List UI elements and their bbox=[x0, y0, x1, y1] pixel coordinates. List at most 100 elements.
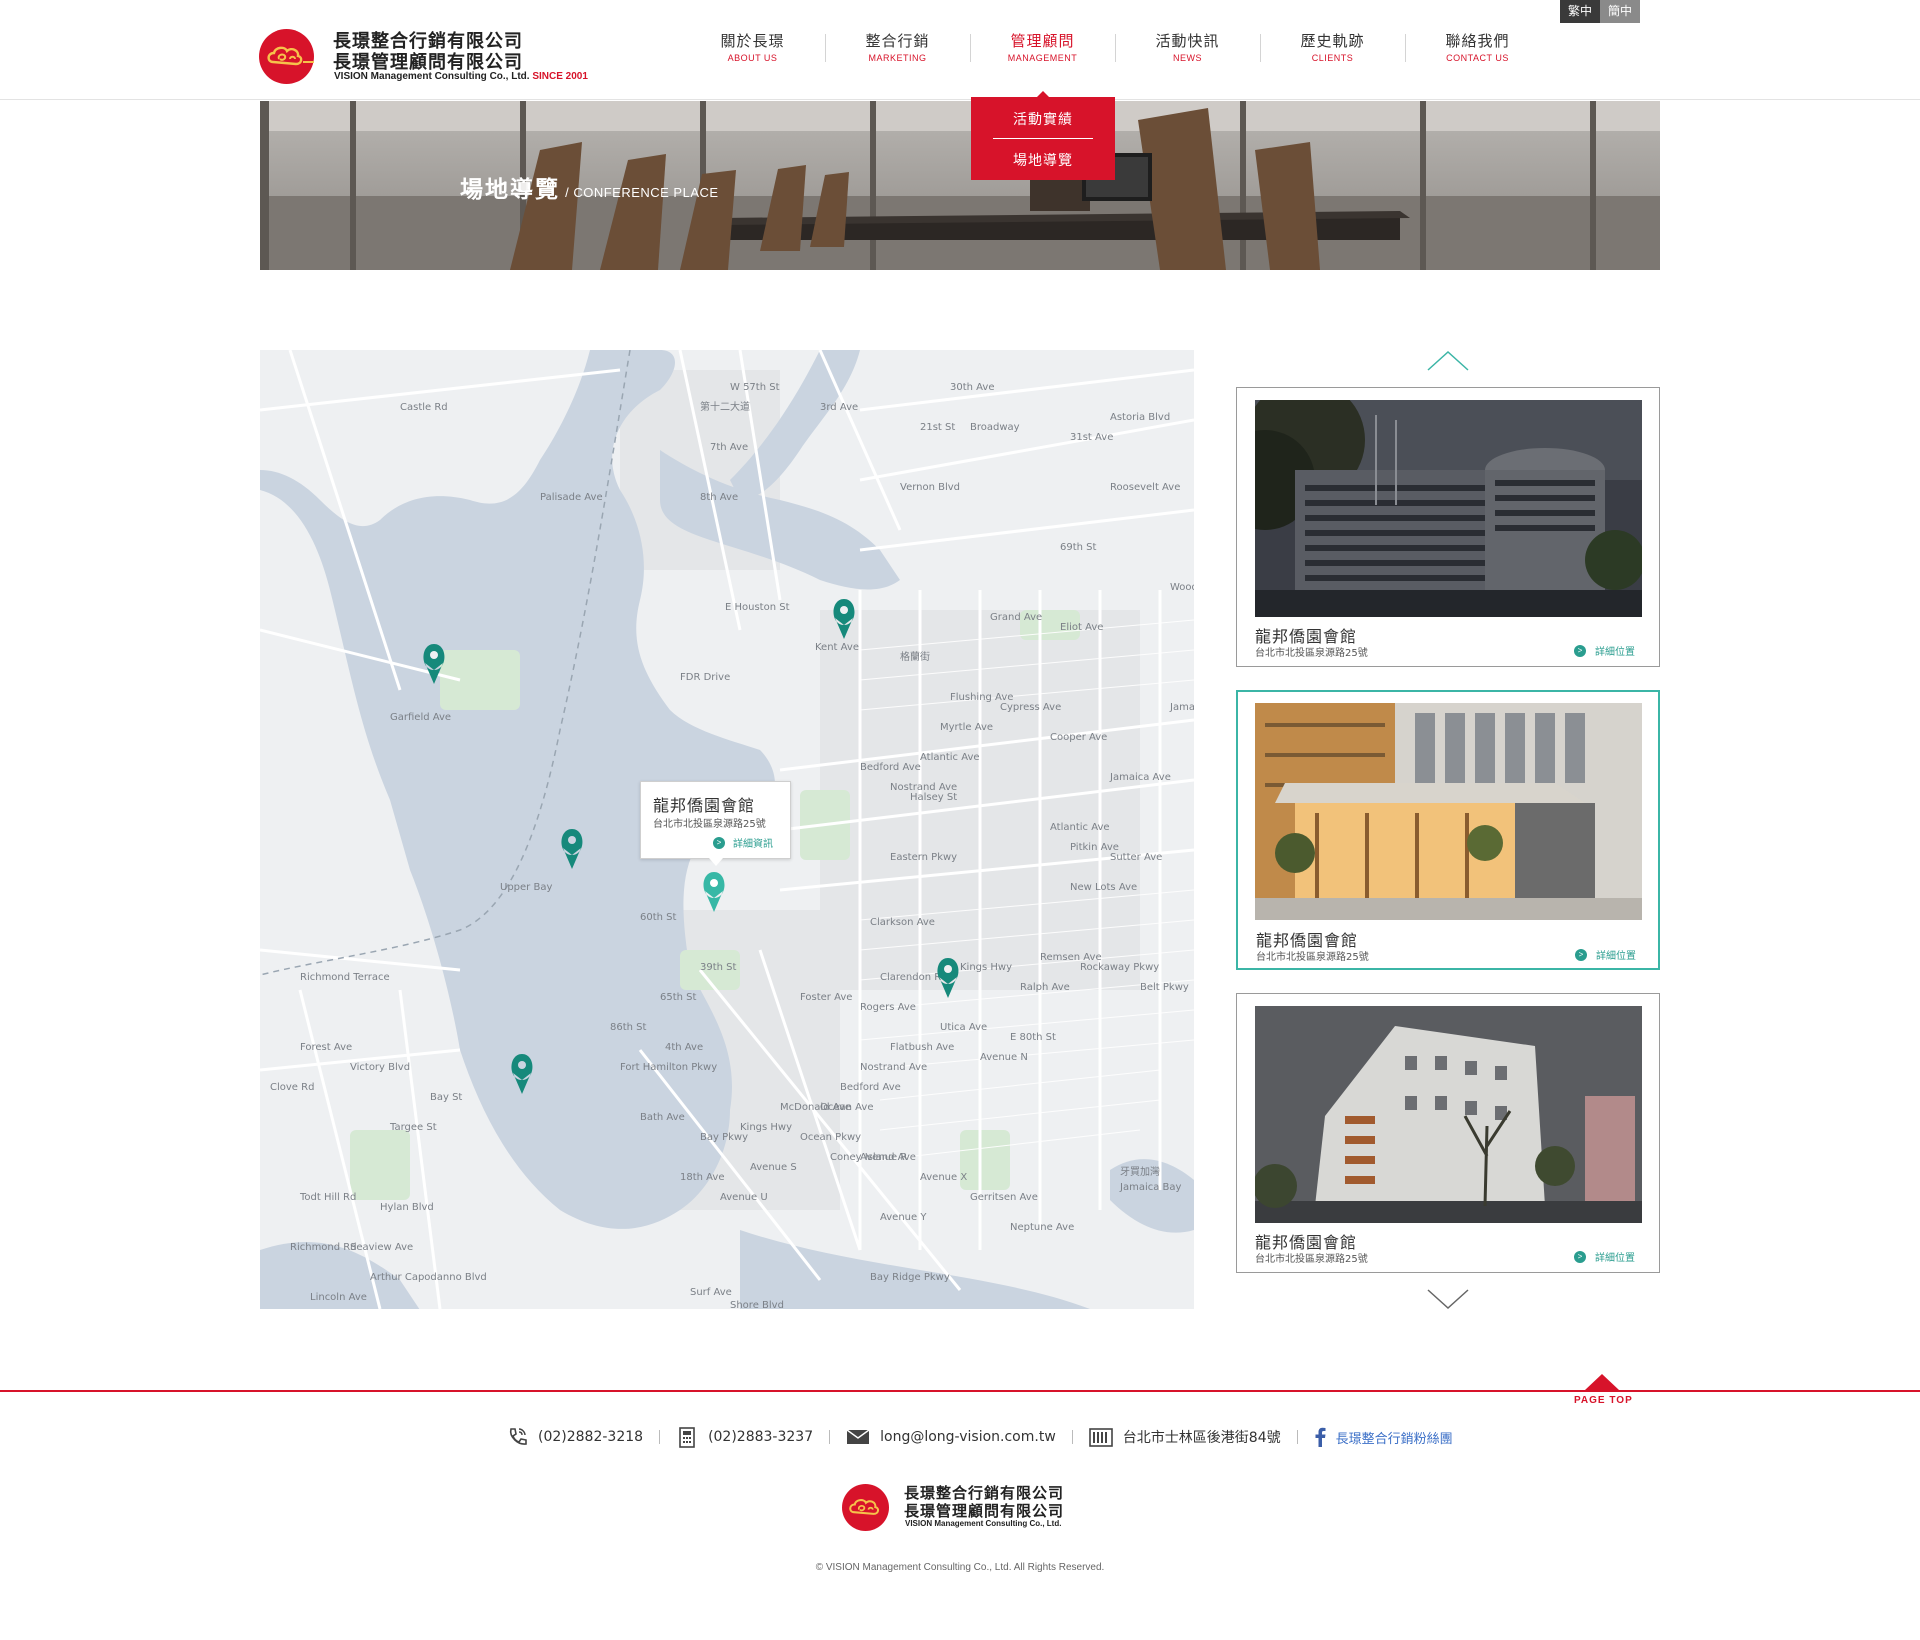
map-label: Lincoln Ave bbox=[310, 1292, 367, 1303]
main-nav: 關於長璟 ABOUT US 整合行銷 MARKETING 管理顧問 MANAGE… bbox=[680, 30, 1550, 70]
map-label: Jamaica Bay bbox=[1119, 1182, 1182, 1193]
map-label: Bedford Ave bbox=[860, 762, 921, 773]
nav-item-about[interactable]: 關於長璟 ABOUT US bbox=[680, 30, 825, 70]
map-label: 60th St bbox=[640, 912, 677, 923]
map-label: 39th St bbox=[700, 962, 737, 973]
site-header: 長璟整合行銷有限公司 長璟管理顧問有限公司 VISION Management … bbox=[0, 0, 1920, 100]
map-label: 65th St bbox=[660, 992, 697, 1003]
venue-location-link[interactable]: > 詳細位置 bbox=[1574, 1249, 1635, 1264]
map-label: Todt Hill Rd bbox=[299, 1192, 356, 1203]
venue-card[interactable]: 龍邦僑園會館 台北市北投區泉源路25號 > 詳細位置 bbox=[1236, 387, 1660, 667]
venue-card-selected[interactable]: 龍邦僑園會館 台北市北投區泉源路25號 > 詳細位置 bbox=[1236, 690, 1660, 970]
map-label: Victory Blvd bbox=[350, 1062, 410, 1073]
chevron-right-icon: > bbox=[1575, 948, 1587, 961]
map-label: Atlantic Ave bbox=[1050, 822, 1110, 833]
venue-location-link[interactable]: > 詳細位置 bbox=[1574, 643, 1635, 658]
nav-label-en: ABOUT US bbox=[727, 53, 778, 63]
page-top-button[interactable]: PAGE TOP bbox=[1572, 1374, 1632, 1414]
map-label: Castle Rd bbox=[400, 402, 448, 413]
venue-location-label: 詳細位置 bbox=[1595, 1253, 1635, 1264]
nav-label-zh: 歷史軌跡 bbox=[1300, 32, 1365, 50]
nav-item-clients[interactable]: 歷史軌跡 CLIENTS bbox=[1260, 30, 1405, 70]
submenu-item-venues[interactable]: 場地導覽 bbox=[971, 150, 1115, 170]
map-label: Clove Rd bbox=[270, 1082, 314, 1093]
submenu-divider bbox=[993, 138, 1093, 139]
nav-item-news[interactable]: 活動快訊 NEWS bbox=[1115, 30, 1260, 70]
map-label: Avenue N bbox=[980, 1052, 1028, 1063]
nav-label-zh: 活動快訊 bbox=[1155, 32, 1220, 50]
map-label: Vernon Blvd bbox=[900, 482, 960, 493]
submenu-item-activities[interactable]: 活動實績 bbox=[971, 109, 1115, 129]
map-label: Eastern Pkwy bbox=[890, 852, 957, 863]
venue-photo bbox=[1255, 1006, 1642, 1223]
footer-phone[interactable]: (02)2882-3218 bbox=[506, 1426, 643, 1448]
footer-email[interactable]: long@long-vision.com.tw bbox=[846, 1428, 1056, 1446]
arrow-up-icon bbox=[1585, 1374, 1619, 1390]
map-label: Palisade Ave bbox=[540, 492, 603, 503]
logo-since: SINCE 2001 bbox=[532, 71, 588, 82]
lang-simplified-button[interactable]: 簡中 bbox=[1600, 0, 1640, 23]
map-label: McDonald Ave bbox=[780, 1102, 851, 1113]
map-label: Clarendon Rd bbox=[880, 972, 948, 983]
company-logo[interactable]: 長璟整合行銷有限公司 長璟管理顧問有限公司 VISION Management … bbox=[259, 27, 599, 85]
footer-separator bbox=[1071, 1430, 1073, 1444]
footer-address-text: 台北市士林區後港街84號 bbox=[1122, 1430, 1281, 1446]
facebook-icon bbox=[1315, 1427, 1326, 1447]
map-label: 18th Ave bbox=[680, 1172, 725, 1183]
map-label: Bay St bbox=[430, 1092, 462, 1103]
nav-item-marketing[interactable]: 整合行銷 MARKETING bbox=[825, 30, 970, 70]
map-label: Garfield Ave bbox=[390, 712, 451, 723]
venue-photo bbox=[1255, 400, 1642, 617]
map-label: Bath Ave bbox=[640, 1112, 685, 1123]
map-label: 格蘭街 bbox=[900, 650, 930, 663]
map-label: Clarkson Ave bbox=[870, 917, 935, 928]
map-label: E Houston St bbox=[725, 602, 790, 613]
footer-logo[interactable]: 長璟整合行銷有限公司 長璟管理顧問有限公司 VISION Management … bbox=[842, 1482, 1082, 1532]
map-label: 3rd Ave bbox=[820, 402, 858, 413]
nav-item-contact[interactable]: 聯絡我們 CONTACT US bbox=[1405, 30, 1550, 70]
map-label: Belt Pkwy bbox=[1140, 982, 1189, 993]
map-label: 69th St bbox=[1060, 542, 1097, 553]
scroll-down-arrow-icon[interactable] bbox=[1426, 1286, 1470, 1310]
map-label: Rogers Ave bbox=[860, 1002, 916, 1013]
map-label: Broadway bbox=[970, 422, 1020, 433]
footer-fax: (02)2883-3237 bbox=[676, 1426, 813, 1448]
management-submenu: 活動實績 場地導覽 bbox=[971, 91, 1115, 180]
popup-details-label: 詳細資訊 bbox=[733, 839, 773, 850]
scroll-up-arrow-icon[interactable] bbox=[1426, 350, 1470, 374]
nav-label-en: CLIENTS bbox=[1311, 53, 1354, 63]
banner-title: 場地導覽 / CONFERENCE PLACE bbox=[460, 170, 719, 204]
map-label: Fort Hamilton Pkwy bbox=[620, 1062, 717, 1073]
venue-card[interactable]: 龍邦僑園會館 台北市北投區泉源路25號 > 詳細位置 bbox=[1236, 993, 1660, 1273]
footer-separator bbox=[829, 1430, 831, 1444]
building-icon bbox=[1088, 1428, 1113, 1447]
map-label: Bay Pkwy bbox=[700, 1132, 748, 1143]
nav-item-management[interactable]: 管理顧問 MANAGEMENT bbox=[970, 30, 1115, 70]
map-info-popup: 龍邦僑園會館 台北市北投區泉源路25號 > 詳細資訊 bbox=[640, 781, 791, 866]
footer-contact: (02)2882-3218 (02)2883-3237 long@long-vi… bbox=[506, 1423, 1453, 1451]
map-label: Cypress Ave bbox=[1000, 702, 1061, 713]
map-label: Forest Ave bbox=[300, 1042, 352, 1053]
map-label: New Lots Ave bbox=[1070, 882, 1137, 893]
nav-label-en: MANAGEMENT bbox=[1007, 53, 1078, 63]
map-label: Foster Ave bbox=[800, 992, 852, 1003]
popup-details-link[interactable]: > 詳細資訊 bbox=[713, 835, 773, 850]
footer-facebook-link[interactable]: 長璟整合行銷粉絲團 bbox=[1314, 1427, 1453, 1447]
popup-venue-name: 龍邦僑園會館 bbox=[653, 796, 756, 815]
map-label: Gerritsen Ave bbox=[970, 1192, 1038, 1203]
footer-email-text: long@long-vision.com.tw bbox=[880, 1429, 1056, 1445]
map-label: Halsey St bbox=[910, 792, 957, 803]
map-label: Woodha bbox=[1170, 582, 1194, 593]
map-label: Jamaica Ave bbox=[1109, 772, 1171, 783]
popup-venue-address: 台北市北投區泉源路25號 bbox=[653, 819, 766, 830]
venue-location-link[interactable]: > 詳細位置 bbox=[1575, 947, 1636, 962]
page-top-label: PAGE TOP bbox=[1574, 1395, 1633, 1406]
map-label: Surf Ave bbox=[690, 1287, 732, 1298]
map-label: Richmond Terrace bbox=[300, 972, 390, 983]
nav-label-en: NEWS bbox=[1173, 53, 1202, 63]
map-label: Cooper Ave bbox=[1050, 732, 1107, 743]
venue-address: 台北市北投區泉源路25號 bbox=[1255, 1254, 1368, 1265]
map-label: Avenue Y bbox=[880, 1212, 927, 1223]
map-label: 21st St bbox=[920, 422, 955, 433]
lang-traditional-button[interactable]: 繁中 bbox=[1560, 0, 1600, 23]
